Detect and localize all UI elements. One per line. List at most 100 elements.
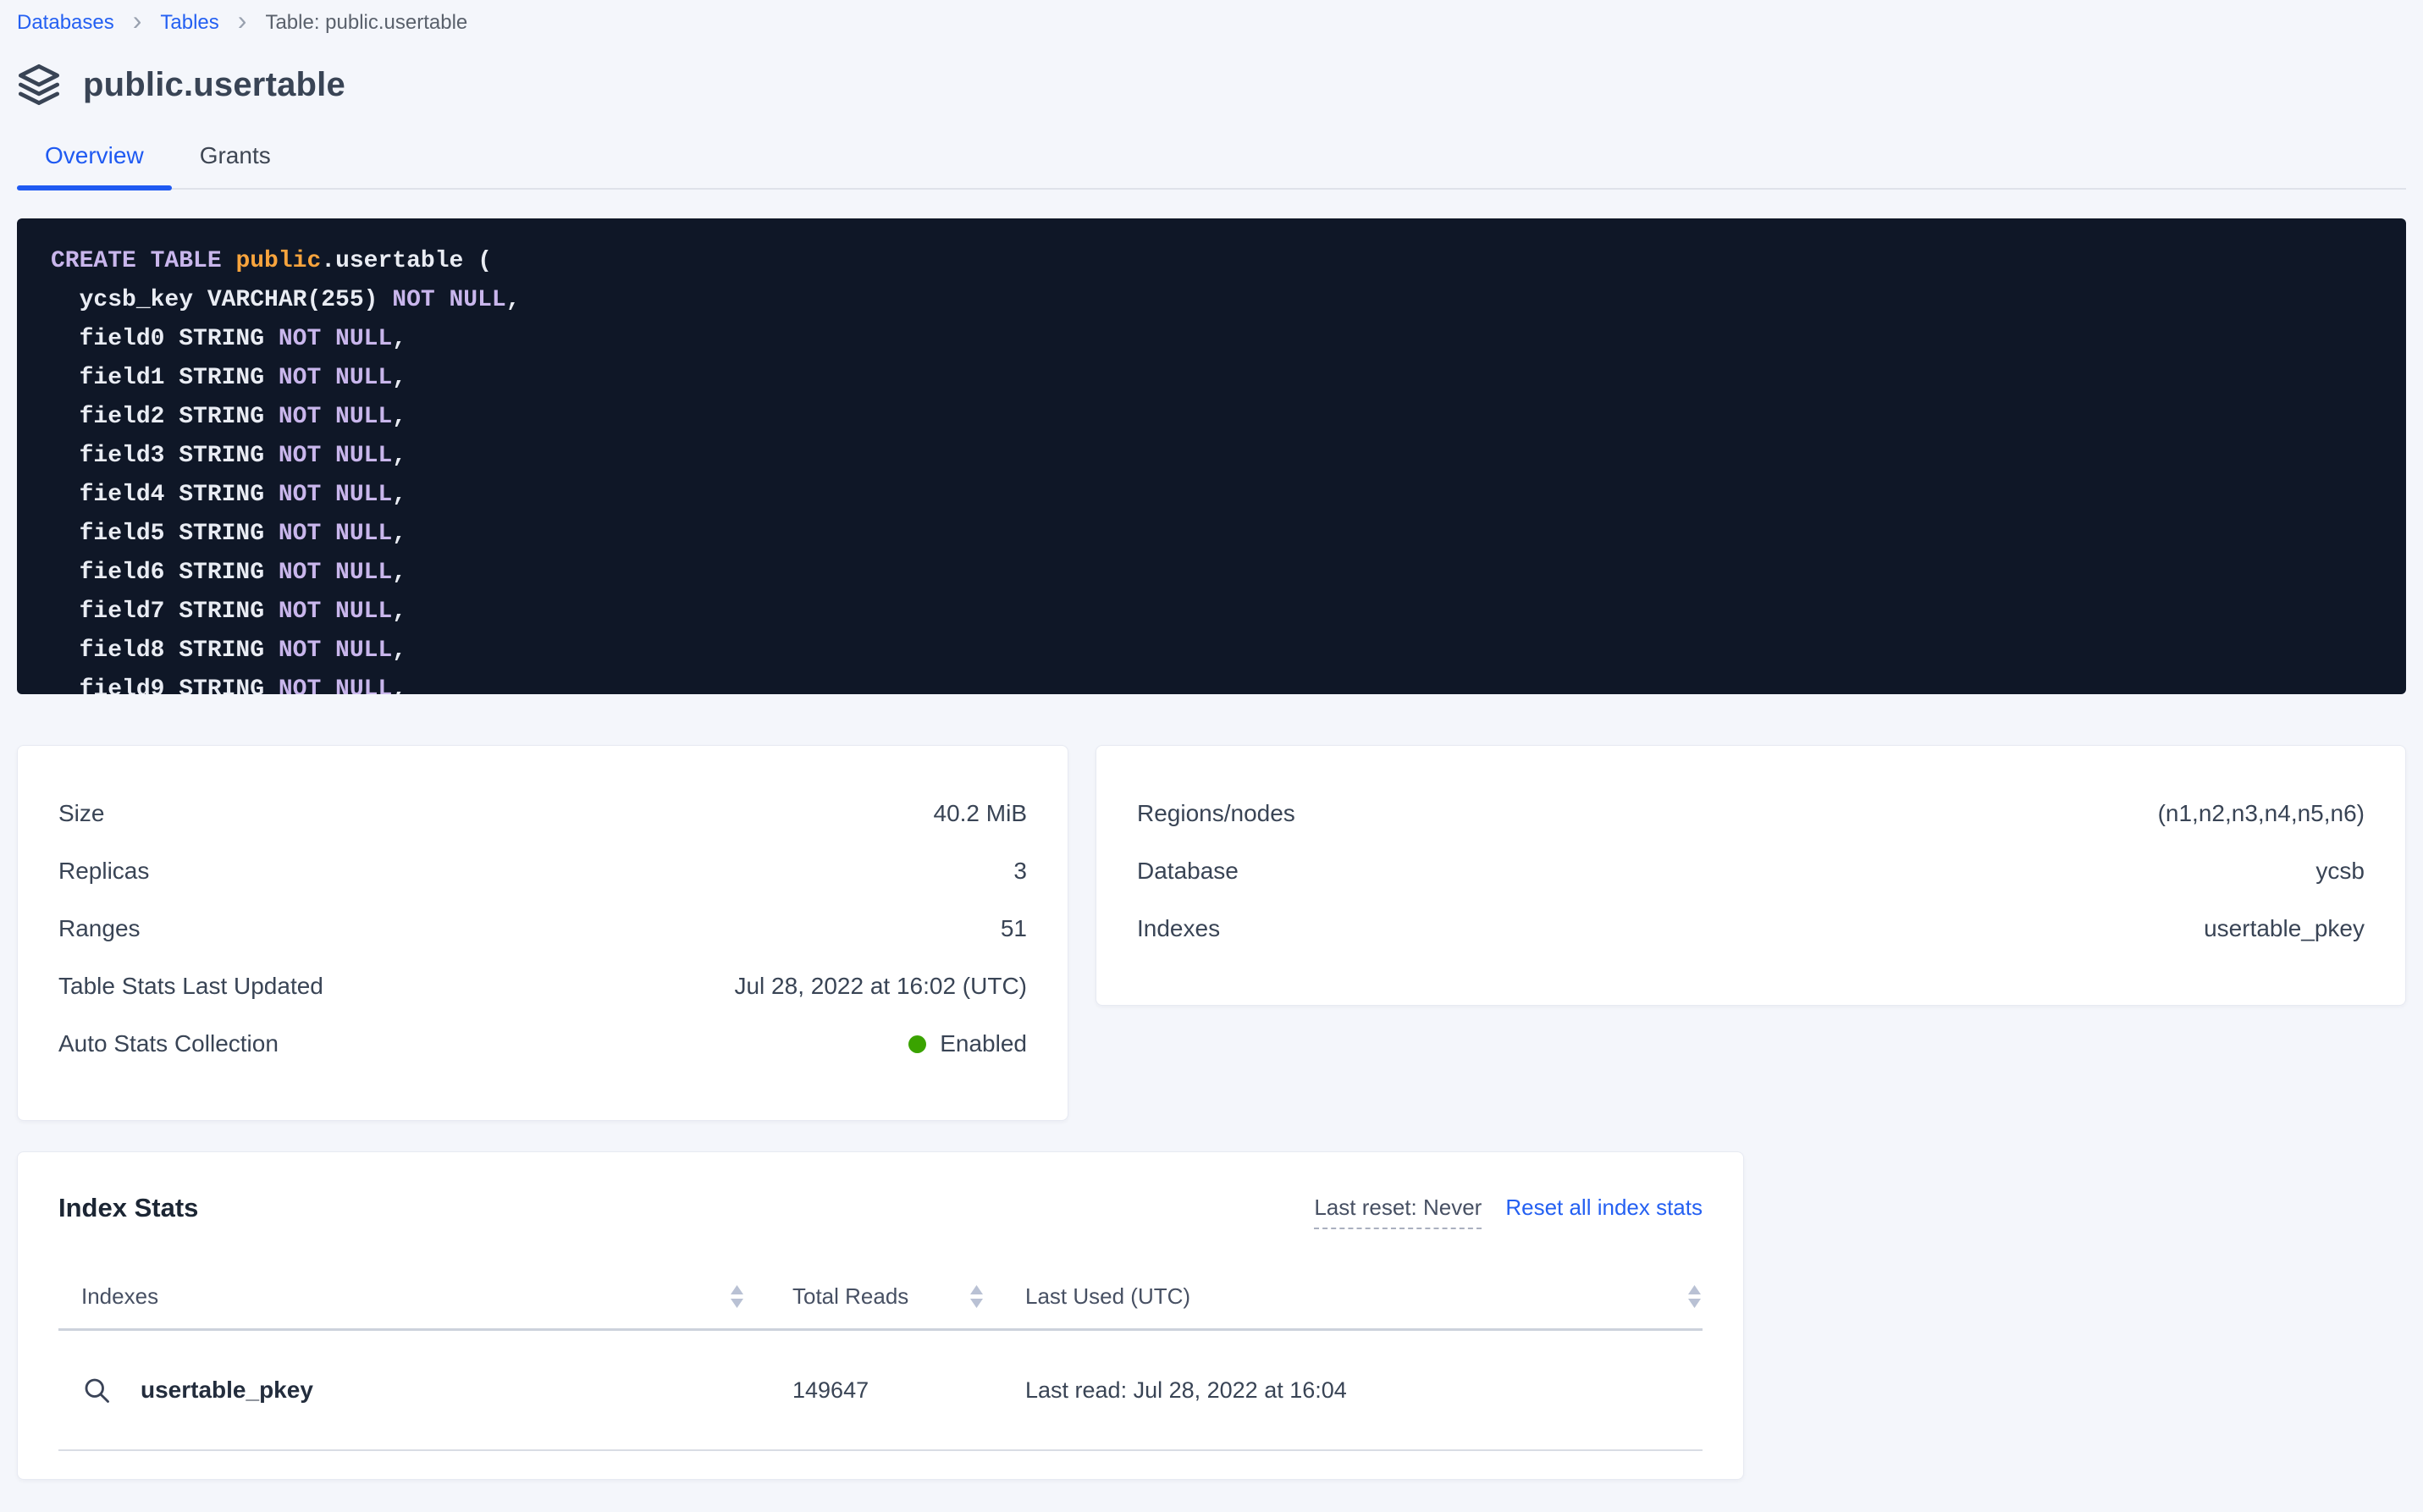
sort-icon[interactable] xyxy=(1688,1285,1701,1308)
detail-row: Replicas3 xyxy=(58,842,1027,900)
tab-grants[interactable]: Grants xyxy=(172,142,299,188)
sort-icon[interactable] xyxy=(970,1285,983,1308)
database-details-card: Regions/nodes(n1,n2,n3,n4,n5,n6)Database… xyxy=(1096,745,2406,1006)
breadcrumb-separator-icon: › xyxy=(133,10,142,36)
detail-value: Jul 28, 2022 at 16:02 (UTC) xyxy=(734,973,1027,1000)
detail-label: Table Stats Last Updated xyxy=(58,973,323,1000)
sql-line: field7 STRING NOT NULL, xyxy=(51,593,2406,632)
sql-token: , xyxy=(392,404,406,430)
detail-value: usertable_pkey xyxy=(2204,915,2365,942)
detail-value: 51 xyxy=(1001,915,1027,942)
active-tab-underline xyxy=(17,185,172,190)
sql-token: NOT NULL xyxy=(279,365,392,391)
sql-token: NOT NULL xyxy=(279,676,392,694)
detail-row: Auto Stats Collection Enabled xyxy=(58,1015,1027,1073)
sql-token: field8 STRING xyxy=(51,637,279,664)
table-details-page: Databases › Tables › Table: public.usert… xyxy=(0,0,2423,1480)
sql-line: field8 STRING NOT NULL, xyxy=(51,632,2406,670)
sql-token: , xyxy=(392,599,406,625)
breadcrumb-link-tables[interactable]: Tables xyxy=(160,11,218,35)
sql-line: field4 STRING NOT NULL, xyxy=(51,476,2406,515)
details-section: Size 40.2 MiB Replicas3 Ranges 51 Table Stats… xyxy=(17,745,2406,1121)
sql-token: NOT NULL xyxy=(279,560,392,586)
index-name-link[interactable]: usertable_pkey xyxy=(141,1377,313,1404)
sql-line: field0 STRING NOT NULL, xyxy=(51,320,2406,359)
sql-token: field0 STRING xyxy=(51,326,279,352)
tab-overview[interactable]: Overview xyxy=(17,142,172,188)
last-used-cell: Last read: Jul 28, 2022 at 16:04 xyxy=(1025,1377,1703,1404)
sql-token: , xyxy=(392,443,406,469)
column-header-total-reads-label: Total Reads xyxy=(792,1283,908,1310)
detail-row: Size 40.2 MiB xyxy=(58,785,1027,842)
sql-token: , xyxy=(392,676,406,694)
page-header: public.usertable xyxy=(17,63,2406,107)
index-stats-table-header: Indexes Total Reads Last U xyxy=(58,1265,1703,1331)
sql-token: , xyxy=(506,287,521,313)
sql-token: field6 STRING xyxy=(51,560,279,586)
detail-label: Auto Stats Collection xyxy=(58,1030,279,1057)
create-table-statement: CREATE TABLE public.usertable ( ycsb_key… xyxy=(17,218,2406,694)
sql-line: field1 STRING NOT NULL, xyxy=(51,359,2406,398)
sql-token: field3 STRING xyxy=(51,443,279,469)
sql-token: field4 STRING xyxy=(51,482,279,508)
detail-value: 40.2 MiB xyxy=(934,800,1028,827)
sql-token: , xyxy=(392,637,406,664)
sql-line: field6 STRING NOT NULL, xyxy=(51,554,2406,593)
detail-row: Databaseycsb xyxy=(1137,842,2365,900)
detail-value: 3 xyxy=(1013,858,1027,885)
index-stats-row: usertable_pkey 149647 Last read: Jul 28,… xyxy=(58,1331,1703,1451)
index-stats-title: Index Stats xyxy=(58,1193,198,1223)
last-reset-label[interactable]: Last reset: Never xyxy=(1314,1195,1482,1229)
sql-token: NOT NULL xyxy=(279,521,392,547)
tab-bar: Overview Grants xyxy=(17,142,2406,190)
sql-token: public xyxy=(235,248,321,274)
breadcrumb-link-databases[interactable]: Databases xyxy=(17,11,114,35)
detail-row: Indexes usertable_pkey xyxy=(1137,900,2365,957)
sql-token: NOT NULL xyxy=(279,599,392,625)
sql-line: field2 STRING NOT NULL, xyxy=(51,398,2406,437)
sql-line: field9 STRING NOT NULL, xyxy=(51,670,2406,694)
breadcrumb-separator-icon: › xyxy=(238,10,247,36)
detail-row: Regions/nodes(n1,n2,n3,n4,n5,n6) xyxy=(1137,785,2365,842)
sql-token: , xyxy=(392,326,406,352)
sql-token: field2 STRING xyxy=(51,404,279,430)
detail-label: Indexes xyxy=(1137,915,1220,942)
sql-token: NOT NULL xyxy=(392,287,505,313)
index-stats-controls: Last reset: Never Reset all index stats xyxy=(1314,1193,1703,1229)
column-header-total-reads: Total Reads xyxy=(792,1283,1025,1310)
sql-token: field9 STRING xyxy=(51,676,279,694)
sql-token: , xyxy=(392,482,406,508)
breadcrumb-current: Table: public.usertable xyxy=(265,11,467,35)
sql-token: field5 STRING xyxy=(51,521,279,547)
index-name-cell: usertable_pkey xyxy=(58,1375,792,1405)
sql-token: field7 STRING xyxy=(51,599,279,625)
column-header-last-used: Last Used (UTC) xyxy=(1025,1283,1703,1310)
index-stats-card: Index Stats Last reset: Never Reset all … xyxy=(17,1151,1744,1480)
reset-index-stats-link[interactable]: Reset all index stats xyxy=(1505,1195,1703,1221)
detail-label: Ranges xyxy=(58,915,141,942)
sql-token: NOT NULL xyxy=(279,482,392,508)
sql-line: field3 STRING NOT NULL, xyxy=(51,437,2406,476)
detail-label: Size xyxy=(58,800,104,827)
detail-row: Ranges 51 xyxy=(58,900,1027,957)
page-title: public.usertable xyxy=(83,66,345,104)
total-reads-cell: 149647 xyxy=(792,1377,1025,1404)
tab-overview-label: Overview xyxy=(45,142,144,168)
table-details-card: Size 40.2 MiB Replicas3 Ranges 51 Table Stats… xyxy=(17,745,1068,1121)
index-stats-header: Index Stats Last reset: Never Reset all … xyxy=(58,1193,1703,1229)
magnifier-icon xyxy=(81,1375,112,1405)
sql-token: NOT NULL xyxy=(279,637,392,664)
sql-token: .usertable ( xyxy=(321,248,492,274)
detail-row: Table Stats Last Updated Jul 28, 2022 at … xyxy=(58,957,1027,1015)
sql-line: ycsb_key VARCHAR(255) NOT NULL, xyxy=(51,281,2406,320)
column-header-indexes: Indexes xyxy=(58,1283,792,1310)
column-header-indexes-label: Indexes xyxy=(81,1283,158,1310)
sql-token: , xyxy=(392,365,406,391)
breadcrumb: Databases › Tables › Table: public.usert… xyxy=(17,0,2406,36)
detail-value: ycsb xyxy=(2315,858,2365,885)
sql-line: field5 STRING NOT NULL, xyxy=(51,515,2406,554)
index-stats-table: Indexes Total Reads Last U xyxy=(58,1265,1703,1451)
detail-value: Enabled xyxy=(908,1030,1027,1057)
status-dot xyxy=(908,1035,926,1053)
sort-icon[interactable] xyxy=(731,1285,743,1308)
